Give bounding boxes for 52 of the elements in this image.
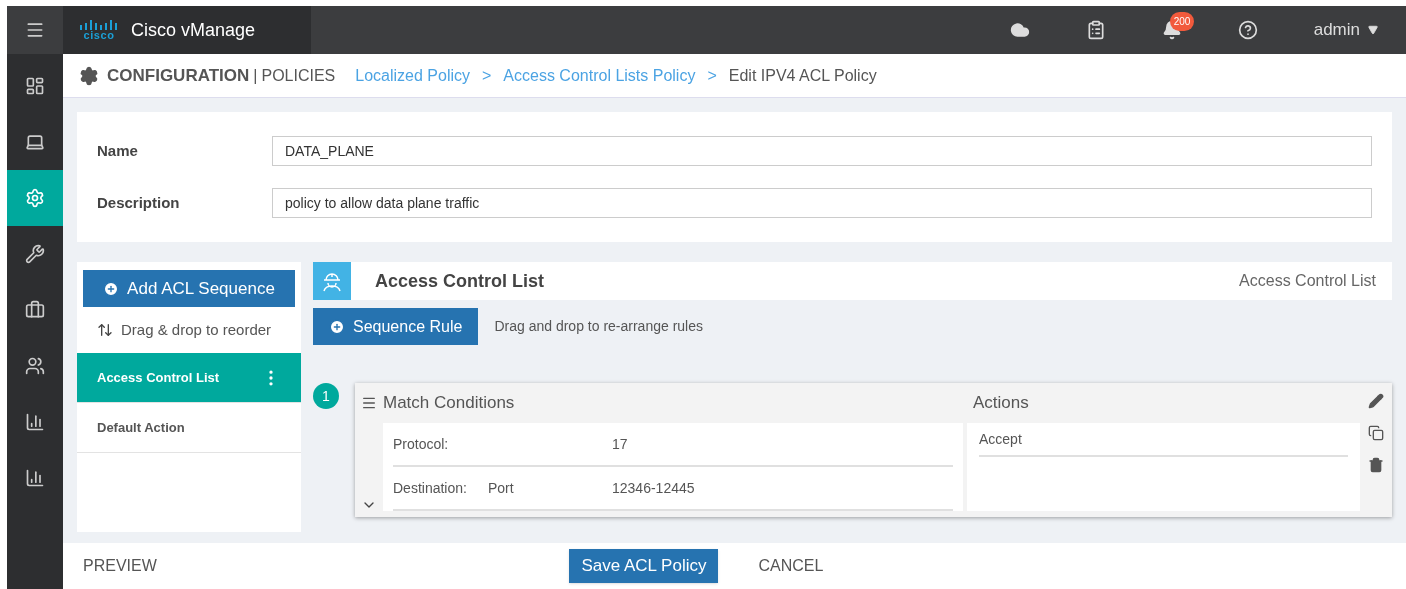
wrench-icon	[25, 244, 45, 264]
preview-button[interactable]: PREVIEW	[83, 554, 157, 578]
help-icon[interactable]	[1237, 20, 1258, 40]
field-label: Name	[97, 140, 139, 161]
reorder-icon	[97, 322, 113, 338]
menu-icon[interactable]	[25, 20, 45, 40]
reorder-hint: Drag & drop to reorder	[121, 319, 272, 340]
cloud-icon[interactable]	[1009, 20, 1030, 40]
notification-badge: 200	[1169, 12, 1195, 31]
plus-icon	[329, 318, 345, 335]
condition-label: Destination:	[393, 478, 468, 498]
action-value: Accept	[979, 423, 1348, 457]
caret-icon	[1368, 25, 1378, 35]
subsection-title: POLICIES	[261, 65, 336, 86]
text-field[interactable]: DATA_PLANE	[272, 136, 1372, 166]
user-menu[interactable]: admin	[1313, 17, 1378, 43]
rule-number: 1	[313, 383, 339, 409]
cancel-button[interactable]: CANCEL	[758, 554, 824, 578]
chart-icon	[25, 412, 45, 432]
sequence-rule-button[interactable]: Sequence Rule	[313, 308, 479, 345]
field-label: Description	[97, 192, 181, 213]
briefcase-icon	[25, 300, 45, 320]
logo-icon	[79, 19, 119, 30]
section-title: CONFIGURATION	[107, 64, 250, 87]
drag-handle-icon[interactable]	[361, 395, 377, 411]
logo: cisco	[79, 19, 119, 41]
rule-hint: Drag and drop to re-arrange rules	[494, 317, 703, 336]
breadcrumb-current: Edit IPV4 ACL Policy	[728, 65, 877, 86]
copy-icon[interactable]	[1368, 425, 1384, 441]
text-field[interactable]: policy to allow data plane traffic	[272, 188, 1372, 218]
match-conditions-title: Match Conditions	[383, 392, 516, 415]
condition-field: Port	[488, 479, 514, 496]
panel-title: Access Control List	[375, 269, 546, 293]
edit-icon[interactable]	[1368, 393, 1384, 409]
sequence-item[interactable]: Default Action	[77, 403, 301, 453]
separator: |	[253, 65, 258, 86]
plus-icon	[103, 280, 120, 297]
app-title: Cisco vManage	[131, 18, 256, 42]
panel-type-label: Access Control List	[1239, 271, 1376, 291]
condition-value: 12346-12445	[612, 478, 695, 498]
save-button[interactable]: Save ACL Policy	[569, 549, 719, 583]
actions-title: Actions	[972, 392, 1030, 415]
add-sequence-button[interactable]: Add ACL Sequence	[83, 270, 295, 307]
condition-label: Protocol:	[393, 434, 450, 454]
delete-icon[interactable]	[1368, 457, 1384, 473]
breadcrumb-arrow: >	[482, 65, 492, 86]
laptop-icon	[25, 132, 45, 152]
people-icon	[25, 356, 45, 376]
chart-icon	[25, 468, 45, 488]
condition-value: 17	[612, 434, 628, 454]
dashboard-icon	[25, 76, 45, 96]
breadcrumb-arrow: >	[707, 65, 717, 86]
